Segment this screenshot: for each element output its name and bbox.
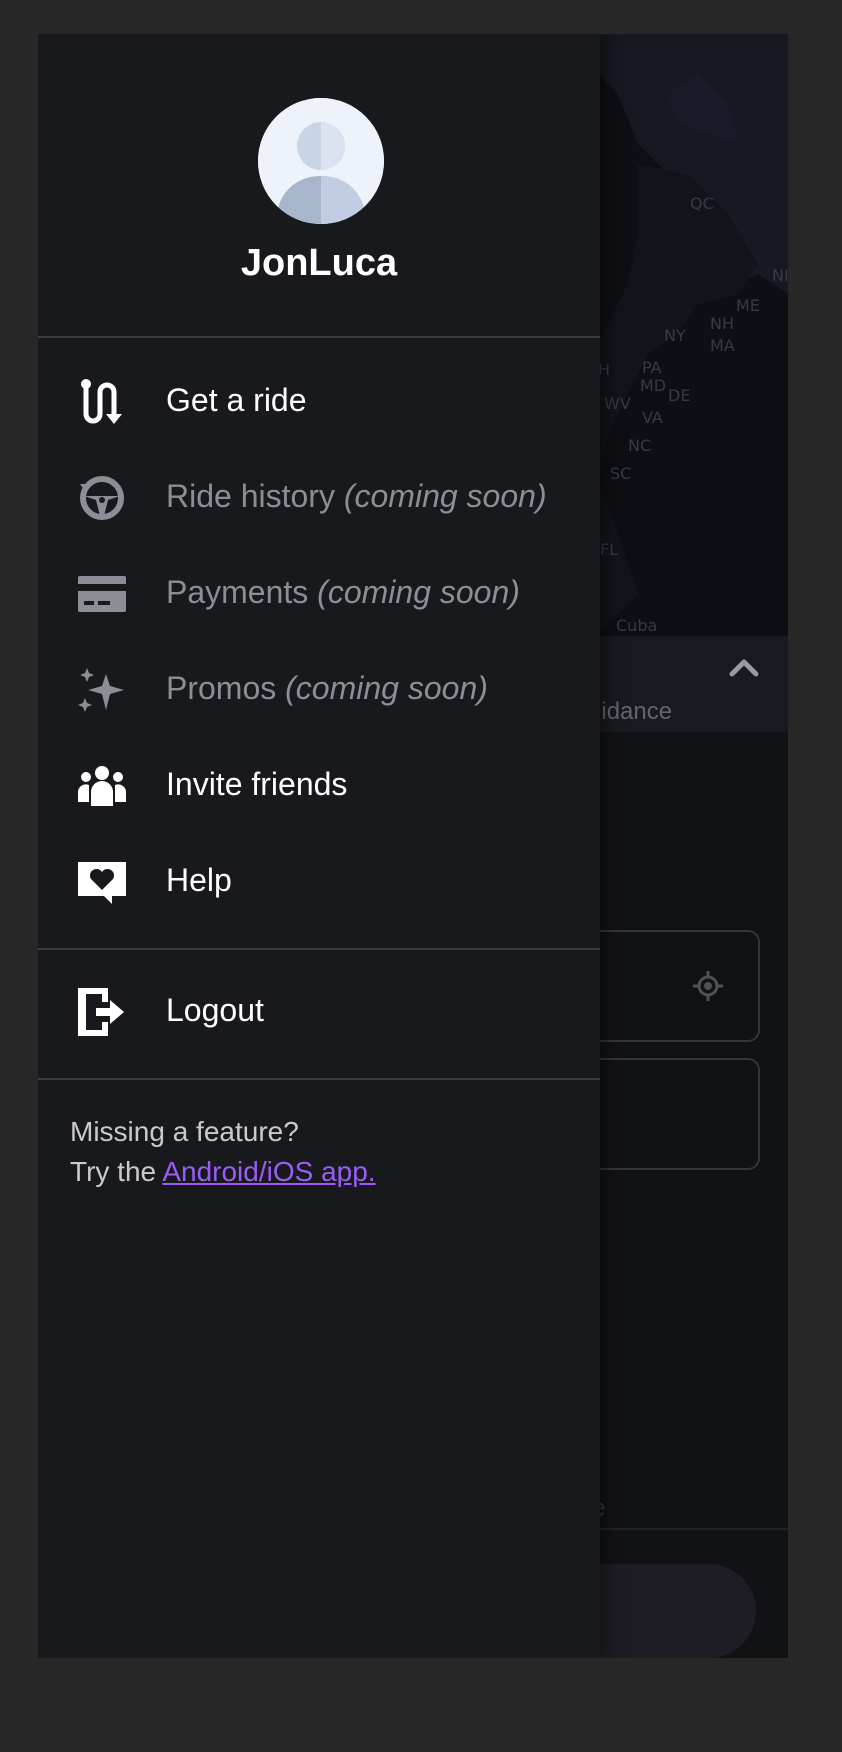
coming-soon-text: (coming soon) <box>343 478 547 514</box>
coming-soon-text: (coming soon) <box>285 670 488 706</box>
menu-item-payments[interactable]: Payments (coming soon) <box>38 548 600 640</box>
menu-item-invite-friends[interactable]: Invite friends <box>38 740 600 832</box>
menu-label: Get a ride <box>166 382 307 419</box>
menu-label-text: Promos <box>166 670 277 706</box>
menu-label: Help <box>166 862 232 899</box>
menu-label-text: Help <box>166 862 232 898</box>
divider <box>38 1078 600 1080</box>
people-group-icon <box>78 766 126 806</box>
logout-label: Logout <box>166 992 264 1028</box>
route-icon <box>81 379 122 424</box>
try-app-line: Try the Android/iOS app. <box>70 1152 376 1192</box>
user-avatar-icon <box>258 98 384 224</box>
menu-item-ride-history[interactable]: Ride history (coming soon) <box>38 452 600 544</box>
try-app-prefix: Try the <box>70 1156 163 1187</box>
menu-label-text: Invite friends <box>166 766 348 802</box>
sparkles-icon <box>78 668 124 712</box>
menu-item-get-a-ride[interactable]: Get a ride <box>38 356 600 448</box>
missing-feature-line: Missing a feature? <box>70 1116 299 1147</box>
avatar[interactable] <box>258 98 384 224</box>
menu-item-help[interactable]: Help <box>38 836 600 928</box>
menu-item-logout[interactable]: Logout <box>38 966 600 1058</box>
menu-item-promos[interactable]: Promos (coming soon) <box>38 644 600 736</box>
menu-label: Payments (coming soon) <box>166 574 520 611</box>
phone-screen: QC NY ME NH MA PA MD DE WV VA NC SC FL C… <box>38 34 788 1658</box>
credit-card-icon <box>78 576 126 612</box>
heart-message-icon <box>78 862 126 904</box>
missing-feature-note: Missing a feature? Try the Android/iOS a… <box>70 1112 376 1192</box>
menu-label: Invite friends <box>166 766 347 803</box>
menu-label-text: Payments <box>166 574 309 610</box>
logout-icon <box>78 988 124 1036</box>
menu-label-text: Get a ride <box>166 382 307 418</box>
coming-soon-text: (coming soon) <box>317 574 520 610</box>
menu-label: Ride history (coming soon) <box>166 478 547 515</box>
steering-wheel-icon <box>80 476 124 520</box>
menu-label: Promos (coming soon) <box>166 670 488 707</box>
user-name: JonLuca <box>240 242 398 284</box>
divider <box>38 336 600 338</box>
mobile-app-link[interactable]: Android/iOS app. <box>162 1156 375 1187</box>
nav-drawer: JonLuca Get a ride Ride history (coming … <box>38 34 600 1658</box>
divider <box>38 948 600 950</box>
menu-label-text: Ride history <box>166 478 335 514</box>
